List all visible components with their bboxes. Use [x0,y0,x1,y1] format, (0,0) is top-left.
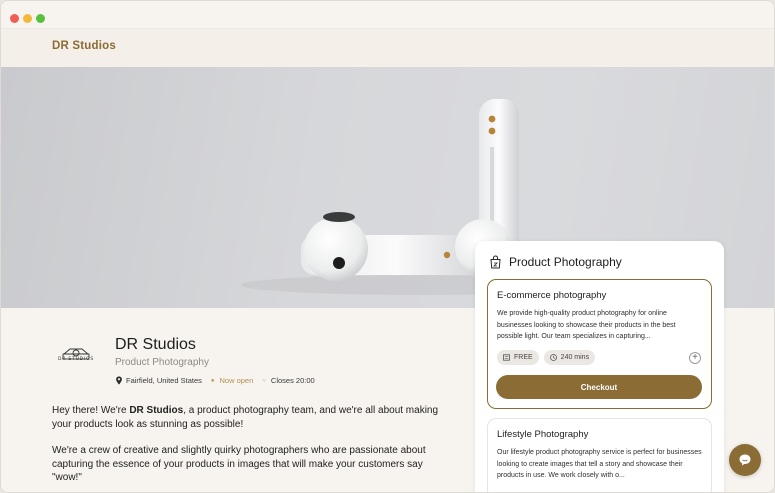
service-title: Lifestyle Photography [497,429,589,440]
closing-time: Closes 20:00 [270,376,315,385]
receipt-icon [503,354,510,361]
booking-card-header: Product Photography [489,255,622,269]
price-badge: FREE [497,350,539,365]
location-text: Fairfield, United States [126,376,202,385]
maximize-window-button[interactable] [36,14,45,23]
shopping-bag-icon [490,255,501,269]
service-description: Our lifestyle product photography servic… [497,449,702,479]
studio-category: Product Photography [115,357,209,368]
logo-wordmark: DR STUDIOS [57,357,95,362]
checkout-button[interactable]: Checkout [496,375,702,399]
service-tags: FREE 240 mins [497,350,600,365]
add-service-button[interactable]: + [689,352,701,364]
service-option-lifestyle[interactable]: Lifestyle Photography Our lifestyle prod… [487,418,712,492]
close-window-button[interactable] [10,14,19,23]
intro-paragraph: Hey there! We're DR Studios, a product p… [52,405,439,430]
studio-logo [62,348,90,360]
brand-link[interactable]: DR Studios [52,40,116,52]
location-pin-icon [116,376,122,385]
minimize-window-button[interactable] [23,14,32,23]
about-paragraph: We're a crew of creative and slightly qu… [52,445,426,483]
clock-icon [549,354,557,361]
browser-window: DR Studios DR STUDIOS DR Studios Product… [0,0,775,493]
service-title: E-commerce photography [497,290,607,301]
open-status-dot-icon: ● [210,377,215,384]
booking-card-title: Product Photography [509,255,622,269]
title-bar [1,1,774,29]
studio-name: DR Studios [115,336,196,353]
studio-meta: Fairfield, United States ● Now open ○ Cl… [115,376,315,385]
chat-bubble-icon [739,454,751,466]
service-option-ecommerce[interactable]: E-commerce photography We provide high-q… [487,279,712,409]
booking-card: Product Photography E-commerce photograp… [475,241,724,492]
site-header: DR Studios [1,29,774,67]
closing-dot-icon: ○ [262,377,266,384]
open-status: Now open [219,376,254,385]
duration-badge: 240 mins [543,350,596,365]
service-description: We provide high-quality product photogra… [497,310,676,340]
chat-launcher-button[interactable] [729,444,761,476]
